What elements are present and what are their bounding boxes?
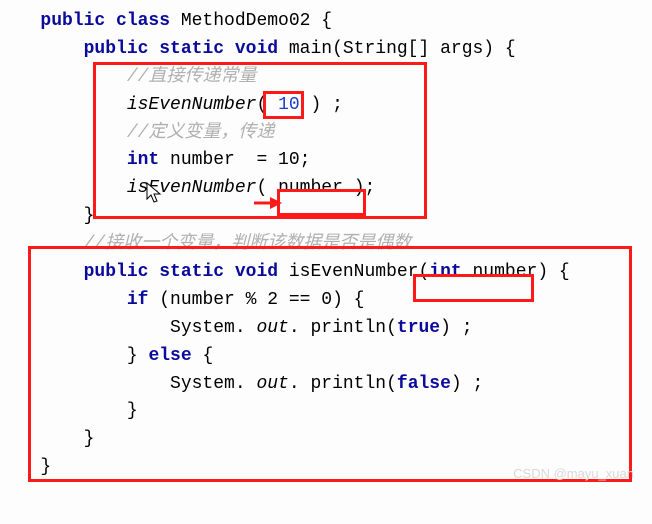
code-line: isEvenNumber( 10 ) ; bbox=[8, 92, 644, 120]
code-line: System. out. println(true) ; bbox=[8, 315, 644, 343]
code-line: public static void main(String[] args) { bbox=[8, 36, 644, 64]
code-line: } bbox=[8, 426, 644, 454]
watermark: CSDN @mayu_xuan bbox=[513, 464, 634, 484]
code-line: //直接传递常量 bbox=[8, 64, 644, 92]
code-line: } bbox=[8, 398, 644, 426]
code-line: public static void isEvenNumber(int numb… bbox=[8, 259, 644, 287]
code-line: int number = 10; bbox=[8, 147, 644, 175]
code-line: } bbox=[8, 203, 644, 231]
code-line: public class MethodDemo02 { bbox=[8, 8, 644, 36]
code-line: //定义变量，传递 bbox=[8, 120, 644, 148]
code-line: System. out. println(false) ; bbox=[8, 371, 644, 399]
code-line: //接收一个变量，判断该数据是否是偶数 bbox=[8, 231, 644, 259]
code-line: isEvenNumber( number ); bbox=[8, 175, 644, 203]
code-line: } else { bbox=[8, 343, 644, 371]
code-line: if (number % 2 == 0) { bbox=[8, 287, 644, 315]
